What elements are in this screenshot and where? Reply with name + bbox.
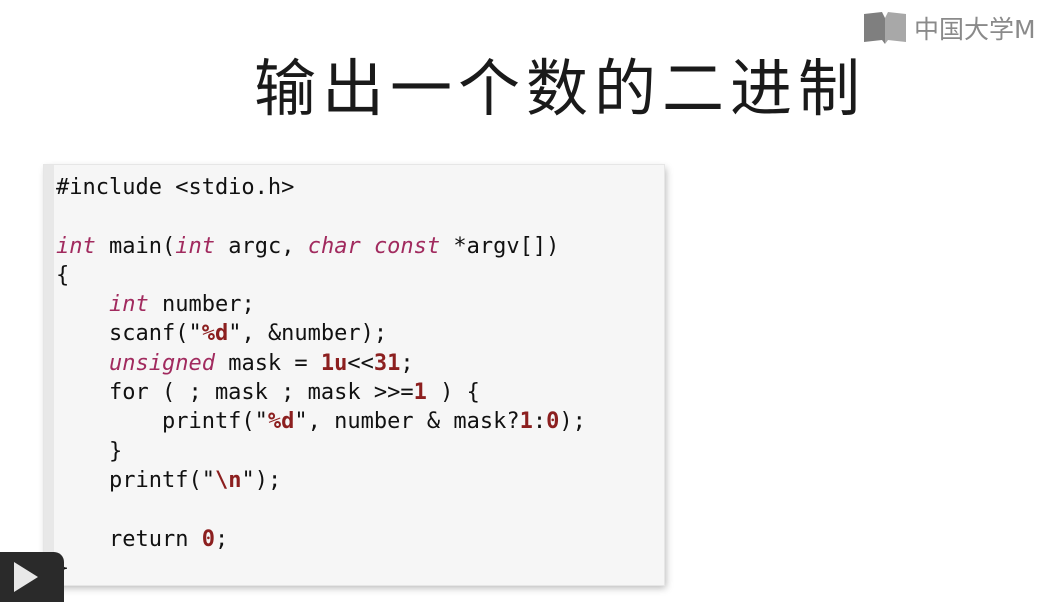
code-line: printf("%d", number & mask?1:0); <box>56 407 586 436</box>
code-token: argc, <box>214 233 308 259</box>
slide-title: 输出一个数的二进制 <box>253 52 866 125</box>
code-token: : <box>532 409 547 435</box>
code-token: ); <box>559 409 586 435</box>
code-token: printf(" <box>56 409 268 435</box>
code-token: 0 <box>201 526 215 552</box>
play-button[interactable] <box>0 552 64 602</box>
code-token: "); <box>241 467 282 493</box>
code-token: \n <box>214 467 242 493</box>
code-token: int <box>108 292 149 318</box>
code-token: const <box>373 233 441 259</box>
code-token: ; <box>214 526 229 552</box>
code-line: scanf("%d", &number); <box>56 319 586 348</box>
code-token: return <box>56 526 202 552</box>
code-token: int <box>56 233 96 259</box>
code-block: #include <stdio.h> int main(int argc, ch… <box>56 173 586 583</box>
code-line: { <box>56 261 586 290</box>
code-line: } <box>56 437 586 466</box>
code-token: %d <box>201 321 229 347</box>
code-token: %d <box>267 409 295 435</box>
code-token: #include <stdio.h> <box>56 175 295 200</box>
code-token: *argv[]) <box>440 233 560 259</box>
code-token: 1u <box>320 350 348 376</box>
code-line: return 0; <box>56 525 586 554</box>
code-line: for ( ; mask ; mask >>=1 ) { <box>56 378 586 407</box>
code-token: 1 <box>519 409 533 435</box>
code-token: << <box>347 350 374 376</box>
code-token: mask = <box>214 350 321 376</box>
code-token: 0 <box>546 409 560 435</box>
code-line: int main(int argc, char const *argv[]) <box>56 232 586 261</box>
code-gutter <box>44 165 54 585</box>
code-token: char <box>307 233 361 259</box>
code-line: printf("\n"); <box>56 466 586 495</box>
code-token: scanf(" <box>56 321 202 347</box>
code-line: #include <stdio.h> <box>56 173 586 202</box>
code-token: ", number & mask? <box>294 409 520 435</box>
code-panel: #include <stdio.h> int main(int argc, ch… <box>44 165 664 585</box>
code-token: ; <box>400 350 414 376</box>
code-token: } <box>56 438 123 464</box>
play-icon <box>14 562 38 592</box>
code-line: } <box>56 554 586 583</box>
code-token: printf(" <box>56 467 215 493</box>
code-token: main( <box>95 233 176 259</box>
code-line: unsigned mask = 1u<<31; <box>56 349 586 378</box>
code-line: int number; <box>56 290 586 319</box>
code-token: 31 <box>373 350 401 376</box>
code-token: ", &number); <box>228 321 388 347</box>
code-token: int <box>175 233 215 259</box>
code-token: 1 <box>413 380 427 406</box>
code-token: ) { <box>426 380 480 406</box>
code-token: { <box>56 262 70 288</box>
code-token: unsigned <box>108 350 215 376</box>
code-token: number; <box>148 292 255 318</box>
code-token: for ( ; mask ; mask >>= <box>56 380 414 406</box>
